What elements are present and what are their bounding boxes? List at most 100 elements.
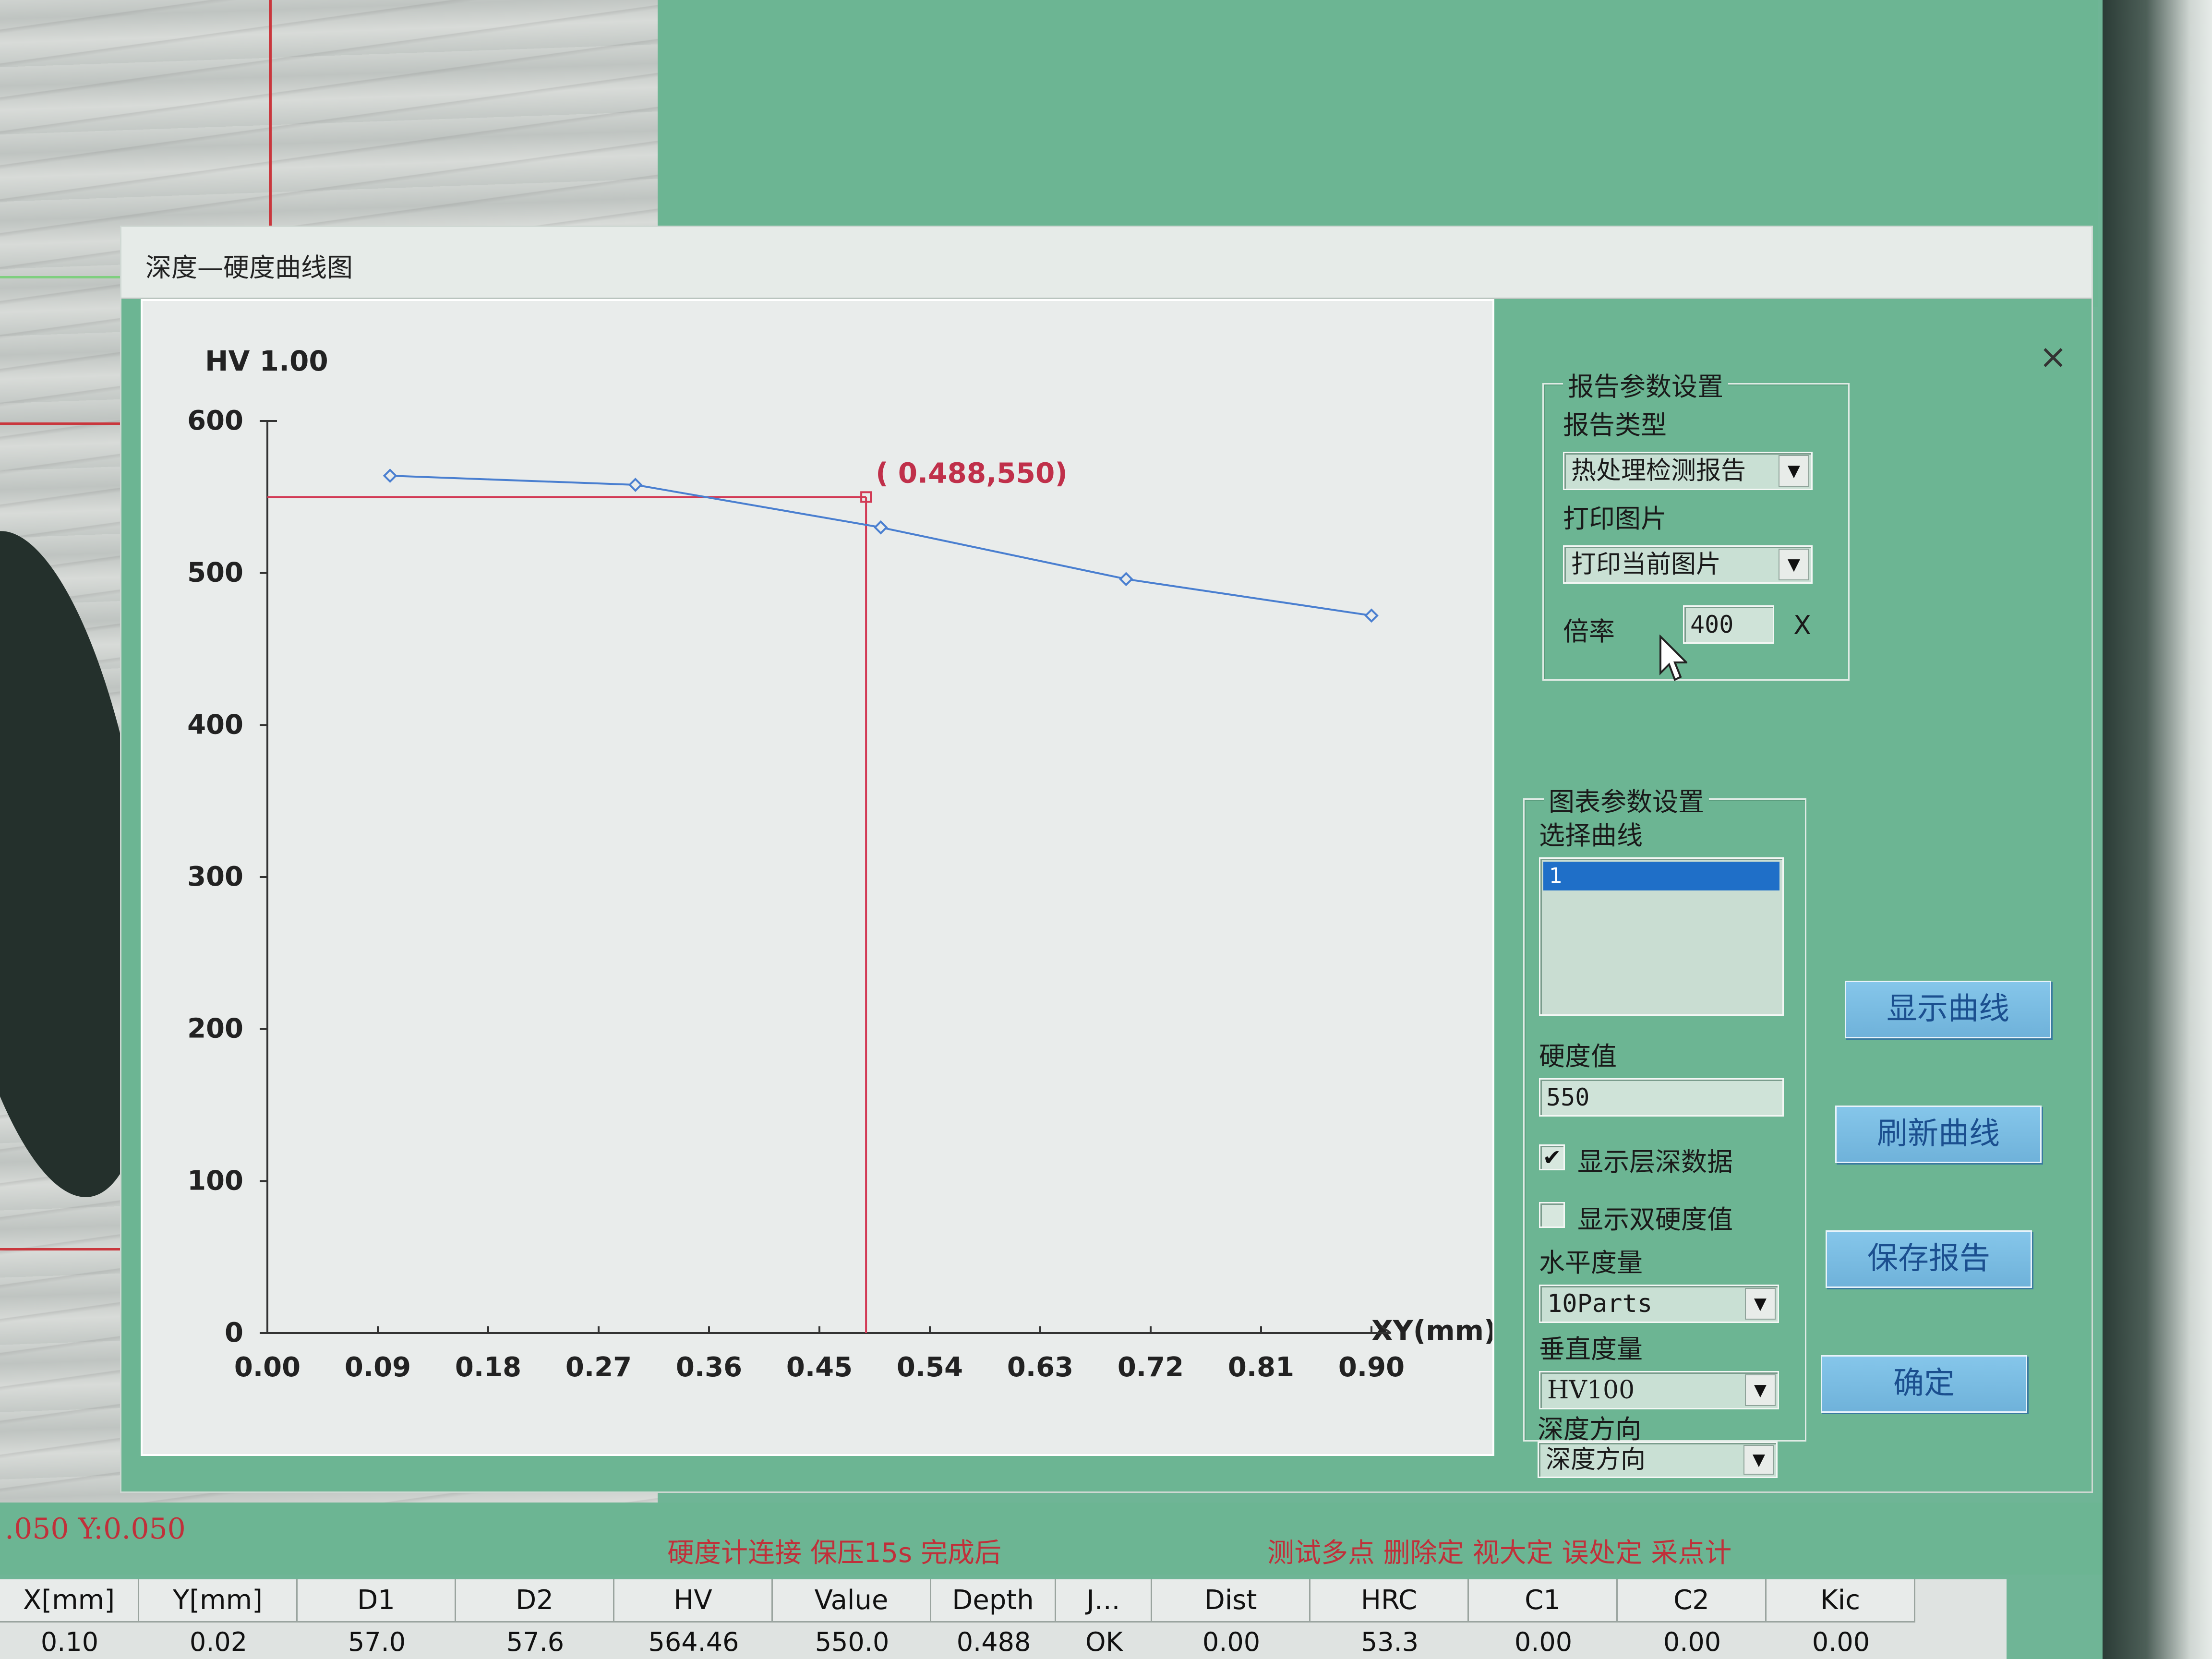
table-cell[interactable]: 0.00	[1767, 1625, 1915, 1659]
save-report-button[interactable]: 保存报告	[1826, 1230, 2032, 1288]
data-point	[383, 469, 397, 483]
table-cell[interactable]: 564.46	[614, 1625, 773, 1659]
show-depth-row[interactable]: ✔ 显示层深数据	[1539, 1141, 1789, 1177]
report-type-value: 热处理检测报告	[1571, 457, 1746, 485]
status-coordinates: .050 Y:0.050	[5, 1512, 186, 1546]
curve-item-1[interactable]: 1	[1543, 862, 1779, 890]
table-header-cell[interactable]: D2	[456, 1579, 614, 1623]
status-bar: .050 Y:0.050 硬度计连接 保压15s 完成后 测试多点 删除定 视大…	[0, 1503, 2103, 1575]
y-tick-label: 400	[187, 709, 243, 740]
table-cell[interactable]: 57.6	[456, 1625, 614, 1659]
table-header-cell[interactable]: X[mm]	[0, 1579, 139, 1623]
y-tick-label: 300	[187, 861, 243, 892]
show-depth-label: 显示层深数据	[1577, 1147, 1733, 1177]
measure-line-horizontal	[0, 422, 125, 425]
x-tick-label: 0.18	[455, 1352, 521, 1383]
refresh-curve-button[interactable]: 刷新曲线	[1835, 1106, 2042, 1163]
report-type-label: 报告类型	[1563, 410, 1667, 440]
vertical-scale-label: 垂直度量	[1539, 1334, 1643, 1364]
table-header-cell[interactable]: C1	[1469, 1579, 1618, 1623]
dialog-titlebar[interactable]: 深度—硬度曲线图	[121, 227, 2092, 299]
print-image-label: 打印图片	[1563, 504, 1667, 534]
table-header-cell[interactable]: C2	[1618, 1579, 1767, 1623]
show-double-row[interactable]: 显示双硬度值	[1539, 1198, 1789, 1235]
vertical-scale-select[interactable]: HV100 ▼	[1539, 1371, 1779, 1409]
show-depth-checkbox[interactable]: ✔	[1539, 1144, 1565, 1170]
chevron-down-icon[interactable]: ▼	[1743, 1445, 1774, 1475]
x-tick-label: 0.00	[234, 1352, 301, 1383]
chevron-down-icon[interactable]: ▼	[1779, 455, 1809, 487]
depth-direction-select[interactable]: 深度方向 ▼	[1538, 1442, 1778, 1478]
y-tick-label: 0	[225, 1317, 243, 1348]
table-header-cell[interactable]: D1	[298, 1579, 456, 1623]
curve-listbox[interactable]: 1	[1539, 857, 1784, 1016]
intersection-label: ( 0.488,550)	[876, 457, 1068, 489]
table-header-cell[interactable]: Dist	[1152, 1579, 1310, 1623]
table-cell[interactable]: OK	[1056, 1625, 1152, 1659]
print-image-select[interactable]: 打印当前图片 ▼	[1563, 545, 1813, 584]
y-axis-ticks: 0 100 200 300 400 500 600	[187, 405, 267, 1348]
table-cell[interactable]: 53.3	[1310, 1625, 1469, 1659]
depth-hardness-chart: HV 1.00 XY(mm) 0100200300400500600 0.00 0…	[187, 345, 1492, 1383]
magnification-label: 倍率	[1563, 616, 1615, 647]
x-tick-label: 0.09	[345, 1352, 411, 1383]
x-tick-label: 0.81	[1228, 1352, 1294, 1383]
close-icon: ×	[2039, 337, 2068, 376]
show-double-checkbox[interactable]	[1539, 1202, 1565, 1228]
table-header-cell[interactable]: Y[mm]	[139, 1579, 298, 1623]
table-header-cell[interactable]: Depth	[931, 1579, 1056, 1623]
horizontal-scale-select[interactable]: 10Parts ▼	[1539, 1285, 1779, 1323]
table-header-cell[interactable]: HRC	[1310, 1579, 1469, 1623]
report-settings-title: 报告参数设置	[1563, 365, 1728, 403]
status-message: 硬度计连接 保压15s 完成后	[667, 1538, 1002, 1569]
x-tick-label: 0.27	[565, 1352, 632, 1383]
depth-direction-value: 深度方向	[1546, 1445, 1646, 1474]
table-cell[interactable]: 57.0	[298, 1625, 456, 1659]
chevron-down-icon[interactable]: ▼	[1745, 1374, 1776, 1406]
hardness-curve	[383, 469, 1379, 623]
show-curve-button[interactable]: 显示曲线	[1845, 981, 2051, 1038]
table-cell[interactable]: 0.00	[1469, 1625, 1618, 1659]
vertical-scale-value: HV100	[1547, 1376, 1635, 1405]
table-cell[interactable]: 0.10	[0, 1625, 139, 1659]
table-cell[interactable]: 0.00	[1152, 1625, 1310, 1659]
x-tick-label: 0.63	[1007, 1352, 1073, 1383]
chart-axes	[266, 420, 1392, 1334]
x-tick-label: 0.45	[786, 1352, 853, 1383]
chevron-down-icon[interactable]: ▼	[1779, 549, 1809, 580]
table-cell[interactable]: 550.0	[773, 1625, 931, 1659]
horizontal-scale-value: 10Parts	[1547, 1289, 1653, 1318]
monitor-bezel	[2103, 0, 2212, 1659]
ok-button[interactable]: 确定	[1821, 1355, 2027, 1413]
hardness-input[interactable]: 550	[1539, 1078, 1784, 1117]
data-point	[1119, 572, 1133, 587]
chart-panel: HV 1.00 XY(mm) 0 100 200 300 400 500 600 0.00 0…	[141, 299, 1494, 1456]
data-point	[873, 520, 888, 535]
table-header-cell[interactable]: HV	[614, 1579, 773, 1623]
table-cell[interactable]: 0.488	[931, 1625, 1056, 1659]
data-point	[1364, 608, 1379, 623]
table-cell[interactable]: 0.00	[1618, 1625, 1767, 1659]
chevron-down-icon[interactable]: ▼	[1745, 1288, 1776, 1320]
x-tick-label: 0.72	[1118, 1352, 1184, 1383]
x-tick-label: 0.90	[1338, 1352, 1405, 1383]
y-tick-label: 500	[187, 557, 243, 589]
reference-lines	[267, 491, 872, 1333]
dialog-title: 深度—硬度曲线图	[145, 252, 353, 283]
table-header-cell[interactable]: Value	[773, 1579, 931, 1623]
y-tick-label: 200	[187, 1013, 243, 1045]
table-header-cell[interactable]: Kic	[1767, 1579, 1915, 1623]
report-settings-group: 报告参数设置 报告类型 热处理检测报告 ▼ 打印图片 打印当前图片 ▼ 倍率 4…	[1542, 365, 1850, 681]
x-tick-label: 0.54	[897, 1352, 963, 1383]
y-tick-label: 100	[187, 1165, 243, 1196]
close-button[interactable]: ×	[2034, 337, 2072, 376]
chart-settings-group: 图表参数设置 选择曲线 1 硬度值 550 ✔ 显示层深数据 显示双硬度值 水平…	[1523, 781, 1806, 1442]
table-cell[interactable]: 0.02	[139, 1625, 298, 1659]
depth-direction-label: 深度方向	[1538, 1414, 1641, 1444]
magnification-unit: X	[1793, 610, 1811, 640]
hardness-label: 硬度值	[1539, 1041, 1617, 1071]
table-header-cell[interactable]: J...	[1056, 1579, 1152, 1623]
report-type-select[interactable]: 热处理检测报告 ▼	[1563, 452, 1813, 490]
measurement-table: X[mm] 0.10 Y[mm] 0.02 D1 57.0 D2 57.6 HV 564.46 Va…	[0, 1579, 2007, 1659]
magnification-input[interactable]: 400	[1683, 605, 1774, 644]
